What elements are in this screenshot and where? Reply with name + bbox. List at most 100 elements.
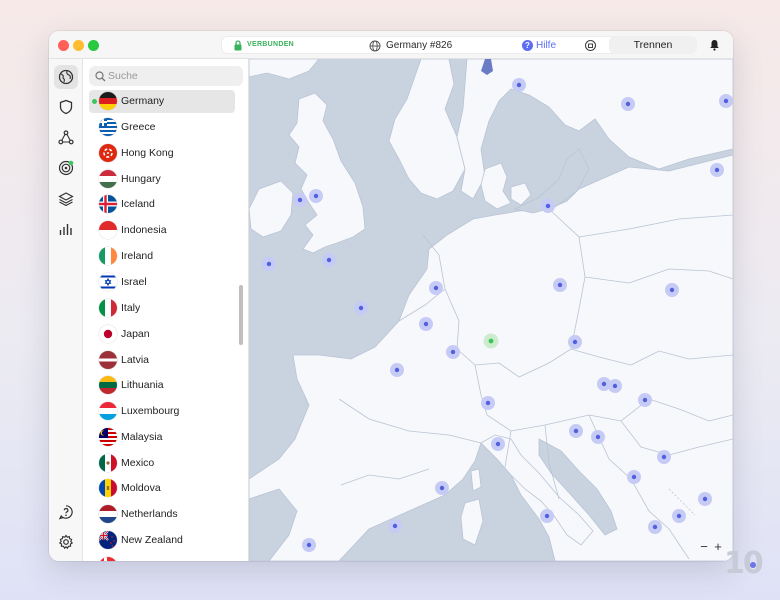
country-name: New Zealand <box>121 534 183 546</box>
japan-flag-icon <box>99 325 117 343</box>
country-item-iceland[interactable]: Iceland <box>89 193 235 216</box>
server-map[interactable]: − + <box>249 59 733 561</box>
country-name: Greece <box>121 121 156 133</box>
country-name: Japan <box>121 328 150 340</box>
country-item-hong-kong[interactable]: Hong Kong <box>89 142 235 165</box>
nav-threat-protection-button[interactable] <box>54 95 78 119</box>
lithuania-flag-icon <box>99 376 117 394</box>
country-name: Moldova <box>121 482 161 494</box>
lock-icon <box>234 40 242 51</box>
country-item-latvia[interactable]: Latvia <box>89 349 235 372</box>
country-name: Iceland <box>121 198 155 210</box>
side-nav-rail <box>49 59 83 561</box>
ireland-flag-icon <box>99 247 117 265</box>
country-name: Mexico <box>121 457 155 469</box>
nav-meshnet-button[interactable] <box>54 126 78 150</box>
country-item-moldova[interactable]: Moldova <box>89 477 235 500</box>
indonesia-flag-icon <box>99 221 117 239</box>
close-window-button[interactable] <box>58 40 69 51</box>
connected-server-marker[interactable] <box>483 333 499 349</box>
moldova-flag-icon <box>99 479 117 497</box>
list-scrollbar[interactable] <box>239 285 243 345</box>
country-list-panel: Germany Greece Hong Kong Hungary Iceland… <box>83 59 249 561</box>
country-item-italy[interactable]: Italy <box>89 297 235 320</box>
zoom-in-button[interactable]: + <box>711 539 725 554</box>
app-window: VERBUNDEN Germany #826 ? Hilfe Trennen S… <box>49 31 733 561</box>
malaysia-flag-icon <box>99 428 117 446</box>
nav-settings-button[interactable] <box>54 530 78 554</box>
zoom-controls: − + <box>697 539 725 554</box>
country-name: Italy <box>121 302 141 314</box>
shield-icon <box>59 99 73 115</box>
country-item-partial[interactable] <box>89 555 235 561</box>
hong-kong-flag-icon <box>99 144 117 162</box>
country-item-indonesia[interactable]: Indonesia <box>89 219 235 242</box>
country-name: Luxembourg <box>121 405 180 417</box>
country-item-new-zealand[interactable]: New Zealand <box>89 529 235 552</box>
latvia-flag-icon <box>99 351 117 369</box>
search-box[interactable] <box>89 66 243 86</box>
country-item-israel[interactable]: Israel <box>89 271 235 294</box>
greece-flag-icon <box>99 118 117 136</box>
zoom-out-button[interactable]: − <box>697 539 711 554</box>
country-item-ireland[interactable]: Ireland <box>89 245 235 268</box>
globe-icon <box>58 69 74 85</box>
iceland-flag-icon <box>99 195 117 213</box>
minimize-window-button[interactable] <box>73 40 84 51</box>
stats-icon <box>59 224 72 235</box>
nav-help-button[interactable] <box>54 500 78 524</box>
country-item-germany[interactable]: Germany <box>89 90 235 113</box>
country-name: Netherlands <box>121 508 178 520</box>
country-item-mexico[interactable]: Mexico <box>89 452 235 475</box>
country-name: Latvia <box>121 354 150 366</box>
europe-map[interactable] <box>249 59 733 561</box>
germany-flag-icon <box>99 92 117 110</box>
nav-dark-web-monitor-button[interactable] <box>54 156 78 180</box>
target-icon <box>58 160 74 176</box>
disconnect-button[interactable]: Trennen <box>609 36 697 54</box>
country-name: Hong Kong <box>121 147 174 159</box>
country-name: Ireland <box>121 250 154 262</box>
bell-icon[interactable] <box>709 39 720 51</box>
country-item-malaysia[interactable]: Malaysia <box>89 426 235 449</box>
country-name: Indonesia <box>121 224 167 236</box>
flag-icon <box>99 557 117 561</box>
country-name: Hungary <box>121 173 161 185</box>
connected-indicator <box>92 99 97 104</box>
nav-countries-button[interactable] <box>54 65 78 89</box>
zoom-window-button[interactable] <box>88 40 99 51</box>
luxembourg-flag-icon <box>99 402 117 420</box>
search-input[interactable] <box>108 68 238 84</box>
help-link[interactable]: Hilfe <box>536 40 556 51</box>
help-circle-icon <box>58 505 73 520</box>
israel-flag-icon <box>99 273 117 291</box>
country-name: Lithuania <box>121 379 164 391</box>
globe-icon <box>369 40 381 52</box>
country-item-greece[interactable]: Greece <box>89 116 235 139</box>
title-bar: VERBUNDEN Germany #826 ? Hilfe Trennen <box>49 31 733 59</box>
gear-icon <box>58 534 74 550</box>
search-icon <box>95 71 106 82</box>
nav-specialty-servers-button[interactable] <box>54 187 78 211</box>
new-zealand-flag-icon <box>99 531 117 549</box>
country-item-lithuania[interactable]: Lithuania <box>89 374 235 397</box>
help-icon[interactable]: ? <box>522 40 533 51</box>
connection-status-text: VERBUNDEN <box>247 41 295 48</box>
country-item-japan[interactable]: Japan <box>89 323 235 346</box>
watermark-dot <box>750 562 756 568</box>
pause-protection-icon[interactable] <box>584 39 597 52</box>
country-item-hungary[interactable]: Hungary <box>89 168 235 191</box>
country-name: Malaysia <box>121 431 163 443</box>
country-item-netherlands[interactable]: Netherlands <box>89 503 235 526</box>
country-item-luxembourg[interactable]: Luxembourg <box>89 400 235 423</box>
country-name: Germany <box>121 95 165 107</box>
server-name: Germany #826 <box>386 40 453 51</box>
country-name: Israel <box>121 276 147 288</box>
meshnet-icon <box>58 130 74 145</box>
mexico-flag-icon <box>99 454 117 472</box>
hungary-flag-icon <box>99 170 117 188</box>
italy-flag-icon <box>99 299 117 317</box>
connection-status-bar: VERBUNDEN Germany #826 ? Hilfe <box>221 36 619 54</box>
watermark-logo: 10 <box>724 546 764 581</box>
nav-statistics-button[interactable] <box>54 217 78 241</box>
